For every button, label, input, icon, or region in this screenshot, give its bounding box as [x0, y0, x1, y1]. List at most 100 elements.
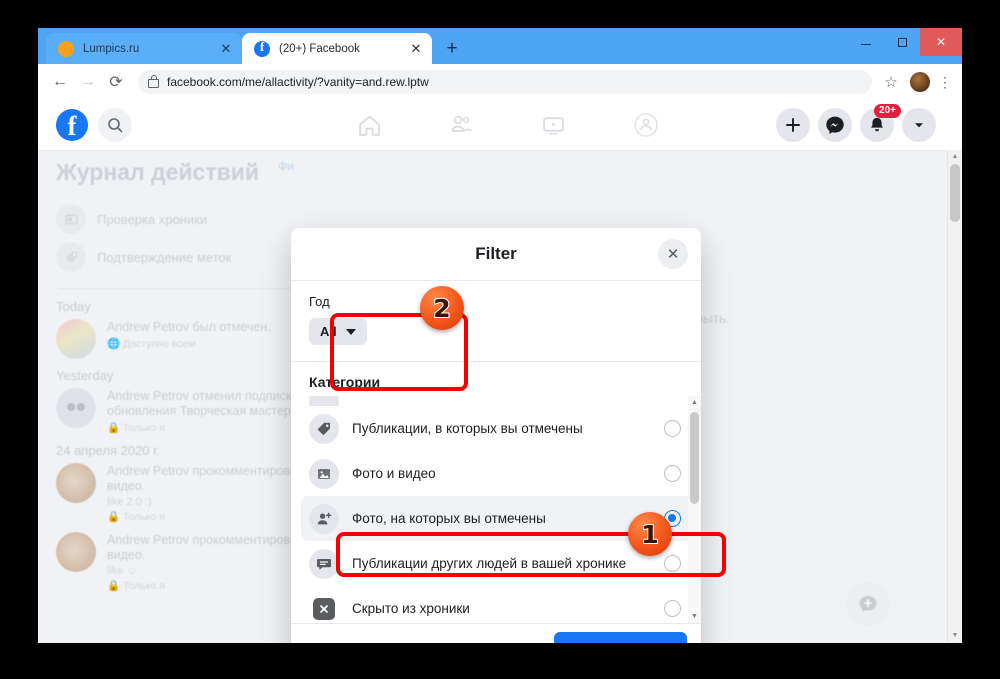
category-row-photos-videos[interactable]: Фото и видео: [301, 451, 695, 496]
browser-address-bar: ← → ⟳ facebook.com/me/allactivity/?vanit…: [38, 64, 962, 100]
photo-video-icon: [309, 458, 339, 489]
lumpics-favicon: [58, 40, 74, 57]
cancel-button[interactable]: Canc: [492, 634, 548, 643]
facebook-nav-actions: 20+: [776, 100, 936, 150]
tagged-person-icon: [309, 503, 339, 534]
categories-list[interactable]: Публикации, в которых вы отмечены Фото и…: [291, 396, 701, 623]
globe-icon: 🌐: [107, 338, 121, 350]
category-label: Фото и видео: [352, 466, 436, 481]
lock-icon: 🔒: [107, 422, 121, 434]
category-row-tagged-posts[interactable]: Публикации, в которых вы отмечены: [301, 406, 695, 451]
bookmark-star-icon[interactable]: ☆: [878, 73, 904, 91]
modal-footer: ть все фильтры Canc Save Changes: [291, 623, 701, 643]
browser-tab-facebook[interactable]: (20+) Facebook ✕: [242, 33, 432, 64]
back-icon[interactable]: ←: [46, 68, 74, 96]
new-tab-button[interactable]: +: [440, 37, 464, 61]
category-radio[interactable]: [664, 465, 681, 482]
filters-link[interactable]: Фи: [278, 159, 294, 173]
minimize-button[interactable]: [848, 28, 884, 56]
tag-review-icon: [56, 242, 86, 272]
scrollbar-thumb[interactable]: [950, 164, 960, 222]
privacy-label: Только я: [123, 511, 165, 523]
omnibox-actions: ☆ ⋮: [878, 72, 954, 92]
tab-title: Lumpics.ru: [83, 42, 140, 55]
browser-menu-icon[interactable]: ⋮: [936, 75, 954, 89]
category-radio[interactable]: [664, 555, 681, 572]
page-viewport: 20+ Журнал действий: [38, 100, 962, 643]
messenger-icon[interactable]: [818, 108, 852, 142]
chevron-down-icon: [345, 328, 356, 335]
category-label: Публикации других людей в вашей хронике: [352, 556, 627, 571]
category-radio-selected[interactable]: [664, 510, 681, 527]
category-radio[interactable]: [664, 600, 681, 617]
feed-entry-text: Andrew Petrov был отмечен.: [107, 320, 271, 334]
table-row[interactable]: [301, 396, 695, 406]
browser-window: Lumpics.ru ✕ (20+) Facebook ✕ + ✕ ← → ⟳: [38, 28, 962, 643]
scroll-down-icon[interactable]: ▼: [688, 610, 701, 623]
watch-icon[interactable]: [508, 102, 600, 148]
create-button[interactable]: [776, 108, 810, 142]
facebook-top-nav: 20+: [38, 100, 962, 151]
modal-title: Filter: [475, 244, 517, 263]
friends-icon[interactable]: [415, 102, 507, 148]
notification-badge: 20+: [874, 104, 901, 118]
privacy-label: Доступно всем: [123, 338, 196, 350]
year-filter-section: Год All: [291, 281, 701, 362]
avatar: [56, 319, 96, 359]
category-row-tagged-photos[interactable]: Фото, на которых вы отмечены: [301, 496, 695, 541]
avatar: [56, 532, 96, 572]
lock-icon: 🔒: [107, 511, 121, 523]
category-label: Фото, на которых вы отмечены: [352, 511, 546, 526]
close-icon[interactable]: ✕: [218, 41, 234, 57]
account-menu-button[interactable]: [902, 108, 936, 142]
clear-all-filters-link[interactable]: ть все фильтры: [305, 641, 399, 643]
comment-icon: [309, 548, 339, 579]
filter-modal: Filter ✕ Год All Категории Публикации, в…: [291, 228, 701, 643]
year-value: All: [320, 324, 337, 339]
category-radio[interactable]: [664, 420, 681, 437]
categories-scrollbar[interactable]: ▲ ▼: [688, 396, 701, 623]
sidebar-item-label: Подтверждение меток: [97, 249, 232, 265]
new-message-icon[interactable]: [846, 582, 890, 626]
facebook-nav-tabs: [323, 100, 692, 150]
notifications-button[interactable]: 20+: [860, 104, 901, 142]
tag-icon: [309, 413, 339, 444]
home-icon[interactable]: [323, 102, 415, 148]
page-scrollbar[interactable]: ▲ ▼: [947, 150, 962, 643]
modal-header: Filter ✕: [291, 228, 701, 281]
avatar: [56, 463, 96, 503]
scroll-down-icon[interactable]: ▼: [948, 629, 962, 643]
close-window-button[interactable]: ✕: [920, 28, 962, 56]
search-icon[interactable]: [98, 108, 132, 142]
timeline-review-icon: [56, 204, 86, 234]
facebook-favicon: [254, 39, 270, 57]
feed-entry-privacy: 🌐 Доступно всем: [107, 337, 271, 350]
privacy-label: Только я: [123, 580, 165, 592]
scrollbar-thumb[interactable]: [690, 412, 699, 504]
scroll-up-icon[interactable]: ▲: [948, 150, 962, 164]
category-row-hidden[interactable]: Скрыто из хроники: [301, 586, 695, 623]
close-icon[interactable]: ✕: [658, 239, 688, 269]
facebook-logo[interactable]: [56, 109, 88, 143]
url-text: facebook.com/me/allactivity/?vanity=and.…: [167, 75, 429, 89]
profile-avatar[interactable]: [910, 72, 930, 92]
url-input[interactable]: facebook.com/me/allactivity/?vanity=and.…: [138, 70, 872, 94]
maximize-button[interactable]: [884, 28, 920, 56]
browser-tab-bar: Lumpics.ru ✕ (20+) Facebook ✕ + ✕: [38, 28, 962, 64]
save-changes-button[interactable]: Save Changes: [554, 632, 687, 643]
partial-row-icon: [309, 396, 339, 406]
category-row-others-posts[interactable]: Публикации других людей в вашей хронике: [301, 541, 695, 586]
close-icon[interactable]: ✕: [408, 41, 424, 57]
avatar: [56, 388, 96, 428]
scroll-up-icon[interactable]: ▲: [688, 396, 701, 409]
screenshot-root: Lumpics.ru ✕ (20+) Facebook ✕ + ✕ ← → ⟳: [0, 0, 1000, 679]
reload-icon[interactable]: ⟳: [102, 68, 130, 96]
sidebar-item-label: Проверка хроники: [97, 211, 208, 227]
browser-tab-lumpics[interactable]: Lumpics.ru ✕: [46, 33, 242, 64]
forward-icon[interactable]: →: [74, 68, 102, 96]
privacy-label: Только я: [123, 422, 165, 434]
tab-title: (20+) Facebook: [279, 42, 360, 55]
year-dropdown[interactable]: All: [309, 318, 367, 345]
groups-icon[interactable]: [600, 102, 692, 148]
feed-entry-body: Andrew Petrov был отмечен. 🌐 Доступно вс…: [107, 319, 271, 359]
